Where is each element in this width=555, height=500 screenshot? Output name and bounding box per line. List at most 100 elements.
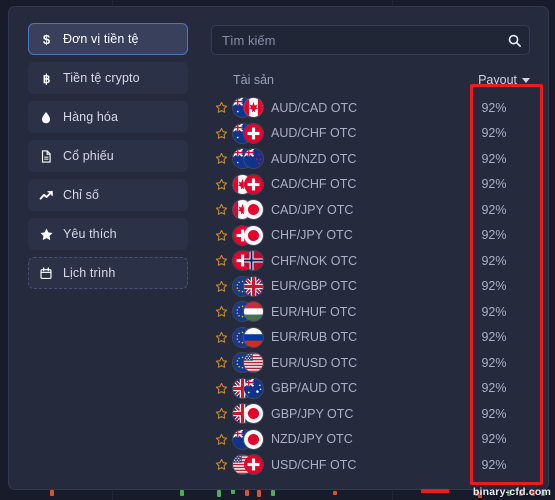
asset-payout-value: 92%	[481, 457, 507, 472]
favorite-star-icon[interactable]	[211, 356, 231, 369]
search-icon[interactable]	[499, 33, 529, 48]
flag-nz-icon	[244, 149, 263, 169]
flag-ch-icon	[244, 174, 263, 194]
currency-flag-pair	[231, 404, 271, 424]
asset-payout-value: 92%	[481, 253, 507, 268]
sidebar-item-label: Tiền tệ crypto	[63, 71, 140, 85]
svg-text:฿: ฿	[42, 71, 50, 85]
sidebar-item-4[interactable]: Chỉ số	[28, 179, 188, 211]
favorite-star-icon[interactable]	[211, 382, 231, 395]
asset-rows: AUD/CAD OTC 92% AUD/CHF OTC 92% AUD/NZD OTC 9…	[211, 95, 536, 478]
favorite-star-icon[interactable]	[211, 229, 231, 242]
favorite-star-icon[interactable]	[211, 305, 231, 318]
asset-pair-label: GBP/AUD OTC	[271, 381, 358, 396]
flag-no-icon	[244, 251, 263, 271]
asset-payout-value: 92%	[481, 406, 507, 421]
favorite-star-icon[interactable]	[211, 127, 231, 140]
currency-flag-pair	[231, 429, 271, 449]
asset-row[interactable]: EUR/HUF OTC 92%	[211, 299, 536, 325]
favorite-star-icon[interactable]	[211, 152, 231, 165]
favorite-star-icon[interactable]	[211, 178, 231, 191]
asset-payout-value: 92%	[481, 304, 507, 319]
favorite-star-icon[interactable]	[211, 101, 231, 114]
favorite-star-icon[interactable]	[211, 458, 231, 471]
asset-row[interactable]: CAD/JPY OTC 92%	[211, 197, 536, 223]
asset-row[interactable]: AUD/CHF OTC 92%	[211, 121, 536, 147]
asset-payout-value: 92%	[481, 432, 507, 447]
asset-row[interactable]: GBP/JPY OTC 92%	[211, 401, 536, 427]
asset-row[interactable]: GBP/AUD OTC 92%	[211, 376, 536, 402]
currency-flag-pair	[231, 353, 271, 373]
asset-payout-value: 92%	[481, 100, 507, 115]
currency-flag-pair	[231, 327, 271, 347]
asset-pair-label: EUR/USD OTC	[271, 355, 358, 370]
asset-row[interactable]: AUD/CAD OTC 92%	[211, 95, 536, 121]
currency-flag-pair	[231, 378, 271, 398]
asset-pair-label: CAD/JPY OTC	[271, 202, 354, 217]
app-root: $ Đơn vị tiền tệ ฿ Tiền tệ crypto Hàng hóa Cổ…	[0, 0, 555, 500]
sidebar-item-1[interactable]: ฿ Tiền tệ crypto	[28, 62, 188, 94]
currency-flag-pair	[231, 455, 271, 475]
currency-flag-pair	[231, 174, 271, 194]
asset-row[interactable]: NZD/JPY OTC 92%	[211, 427, 536, 453]
sidebar-item-label: Lịch trình	[63, 266, 116, 280]
asset-row[interactable]: USD/CHF OTC 92%	[211, 452, 536, 478]
calendar-icon	[29, 266, 63, 281]
asset-row[interactable]: CHF/JPY OTC 92%	[211, 223, 536, 249]
favorite-star-icon[interactable]	[211, 331, 231, 344]
sidebar-item-5[interactable]: Yêu thích	[28, 218, 188, 250]
sidebar-item-label: Chỉ số	[63, 188, 100, 202]
sidebar-item-6[interactable]: Lịch trình	[28, 257, 188, 289]
sidebar-item-3[interactable]: Cổ phiếu	[28, 140, 188, 172]
asset-pair-label: EUR/HUF OTC	[271, 304, 357, 319]
asset-payout-value: 92%	[481, 202, 507, 217]
asset-payout-value: 92%	[481, 279, 507, 294]
asset-row[interactable]: CAD/CHF OTC 92%	[211, 172, 536, 198]
trending-up-icon	[29, 188, 63, 203]
asset-payout-value: 92%	[481, 228, 507, 243]
favorite-star-icon[interactable]	[211, 280, 231, 293]
flag-hu-icon	[244, 302, 263, 322]
chevron-down-icon	[522, 77, 530, 83]
asset-pair-label: EUR/RUB OTC	[271, 330, 358, 345]
asset-row[interactable]: EUR/RUB OTC 92%	[211, 325, 536, 351]
asset-pair-label: CHF/NOK OTC	[271, 253, 358, 268]
sidebar-item-label: Đơn vị tiền tệ	[63, 32, 139, 46]
sidebar-item-2[interactable]: Hàng hóa	[28, 101, 188, 133]
favorite-star-icon[interactable]	[211, 407, 231, 420]
flag-ru-icon	[244, 327, 263, 347]
currency-flag-pair	[231, 302, 271, 322]
favorite-star-icon[interactable]	[211, 254, 231, 267]
asset-picker-panel: $ Đơn vị tiền tệ ฿ Tiền tệ crypto Hàng hóa Cổ…	[8, 6, 549, 490]
flag-jp-icon	[244, 225, 263, 245]
sidebar-item-0[interactable]: $ Đơn vị tiền tệ	[28, 23, 188, 55]
flag-jp-icon	[244, 200, 263, 220]
asset-payout-value: 92%	[481, 330, 507, 345]
asset-row[interactable]: AUD/NZD OTC 92%	[211, 146, 536, 172]
favorite-star-icon[interactable]	[211, 203, 231, 216]
category-sidebar: $ Đơn vị tiền tệ ฿ Tiền tệ crypto Hàng hóa Cổ…	[9, 7, 197, 489]
search-bar[interactable]	[211, 25, 530, 55]
droplet-icon	[29, 110, 63, 125]
asset-pair-label: EUR/GBP OTC	[271, 279, 357, 294]
currency-flag-pair	[231, 251, 271, 271]
flag-au-icon	[244, 378, 263, 398]
search-input[interactable]	[212, 32, 499, 48]
flag-ch-icon	[244, 455, 263, 475]
asset-row[interactable]: EUR/USD OTC 92%	[211, 350, 536, 376]
currency-flag-pair	[231, 123, 271, 143]
asset-payout-value: 92%	[481, 177, 507, 192]
asset-pair-label: AUD/CHF OTC	[271, 126, 357, 141]
column-header-payout[interactable]: Payout	[478, 73, 530, 87]
favorite-star-icon[interactable]	[211, 433, 231, 446]
asset-pair-label: AUD/NZD OTC	[271, 151, 357, 166]
asset-pair-label: AUD/CAD OTC	[271, 100, 358, 115]
document-icon	[29, 149, 63, 164]
asset-row[interactable]: EUR/GBP OTC 92%	[211, 274, 536, 300]
watermark-dash	[421, 489, 449, 493]
sidebar-item-label: Cổ phiếu	[63, 149, 114, 163]
asset-pair-label: GBP/JPY OTC	[271, 406, 354, 421]
flag-ca-icon	[244, 98, 263, 118]
asset-row[interactable]: CHF/NOK OTC 92%	[211, 248, 536, 274]
svg-text:$: $	[42, 32, 50, 47]
